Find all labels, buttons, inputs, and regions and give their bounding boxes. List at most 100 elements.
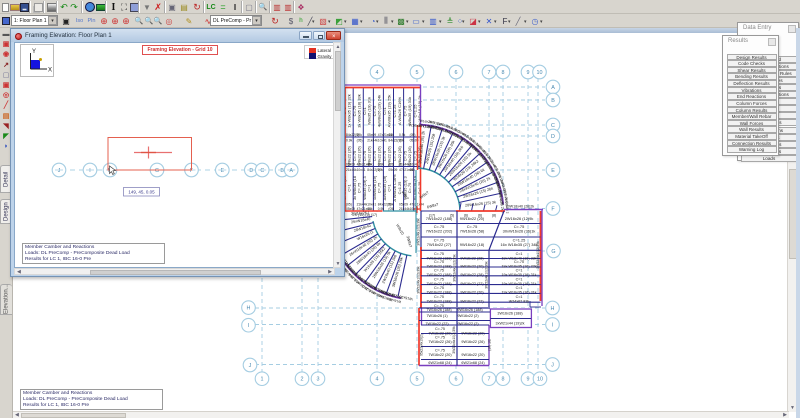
svg-text:9W16x22 (26): 9W16x22 (26) xyxy=(461,340,484,344)
svg-text:10: 10 xyxy=(537,70,543,76)
svg-text:9W16x22 (22): 9W16x22 (22) xyxy=(460,282,483,286)
svg-text:3xW21x44 (19)2k: 3xW21x44 (19)2k xyxy=(496,322,525,326)
svg-text:29k: 29k xyxy=(378,168,384,172)
svg-text:29k: 29k xyxy=(357,133,363,137)
svg-text:2: 2 xyxy=(301,377,304,383)
svg-text:7W16x26 (1): 7W16x26 (1) xyxy=(426,314,447,318)
svg-text:7W16x26 (188): 7W16x26 (188) xyxy=(426,308,451,312)
svg-text:C=.75: C=.75 xyxy=(435,348,445,352)
svg-text:3W16x26 (188): 3W16x26 (188) xyxy=(497,312,522,316)
svg-text:21k44k: 21k44k xyxy=(367,139,378,143)
svg-text:10x41: 10x41 xyxy=(357,168,366,172)
svg-text:J: J xyxy=(249,363,252,369)
svg-text:7W16x22 (26): 7W16x22 (26) xyxy=(428,340,451,344)
svg-text:10x41: 10x41 xyxy=(367,203,376,207)
svg-text:7W16x22 (188): 7W16x22 (188) xyxy=(426,216,453,221)
svg-text:7W16x22 (20): 7W16x22 (20) xyxy=(428,353,451,357)
svg-text:29k: 29k xyxy=(388,203,394,207)
svg-text:J: J xyxy=(551,362,554,368)
svg-text:(05): (05) xyxy=(346,203,352,207)
svg-text:8: 8 xyxy=(502,377,505,383)
svg-text:B: B xyxy=(551,98,555,104)
svg-text:C=.75: C=.75 xyxy=(434,286,444,290)
svg-text:W8x35 (19) 31k: W8x35 (19) 31k xyxy=(367,97,372,125)
svg-text:C=.75: C=.75 xyxy=(393,151,397,161)
svg-text:9W16x22 (22): 9W16x22 (22) xyxy=(460,299,483,303)
svg-text:30xW16x26 (36)1k: 30xW16x26 (36)1k xyxy=(503,229,536,234)
svg-text:C=.75: C=.75 xyxy=(434,252,444,256)
svg-text:2W16x26 (12)9k: 2W16x26 (12)9k xyxy=(505,216,534,221)
svg-text:5: 5 xyxy=(416,70,419,76)
svg-text:X: X xyxy=(48,68,52,74)
svg-text:W24x62 83k: W24x62 83k xyxy=(509,299,530,303)
svg-text:05k: 05k xyxy=(367,163,373,167)
svg-text:47x21x44: 47x21x44 xyxy=(410,203,424,207)
svg-text:(05): (05) xyxy=(388,163,394,167)
svg-text:05x09: 05x09 xyxy=(346,163,355,167)
svg-text:0.9k: 0.9k xyxy=(346,139,353,143)
svg-text:10: 10 xyxy=(537,377,543,383)
svg-text:C: C xyxy=(551,123,555,129)
svg-text:C=.75: C=.75 xyxy=(435,335,445,339)
svg-text:A W8x26 C16%: A W8x26 C16% xyxy=(397,97,402,125)
svg-text:D: D xyxy=(249,168,253,174)
svg-text:05x09: 05x09 xyxy=(399,203,408,207)
svg-text:C=1: C=1 xyxy=(516,295,523,299)
svg-text:19x W16x35 (16) 31k: 19x W16x35 (16) 31k xyxy=(501,273,536,277)
svg-text:8: 8 xyxy=(502,70,505,76)
svg-text:3W22x4x10(2)39k: 3W22x4x10(2)39k xyxy=(484,261,488,289)
svg-text:C=.75: C=.75 xyxy=(363,151,367,161)
svg-text:7W16x22 (27): 7W16x22 (27) xyxy=(427,242,452,247)
svg-text:C=.75: C=.75 xyxy=(434,295,444,299)
svg-text:C=1: C=1 xyxy=(367,184,372,191)
svg-text:C=.75: C=.75 xyxy=(434,304,444,308)
svg-text:9W16x22 (20): 9W16x22 (20) xyxy=(461,353,484,357)
svg-text:0.9k: 0.9k xyxy=(378,163,385,167)
svg-text:7W16x22 (22): 7W16x22 (22) xyxy=(425,322,448,326)
svg-text:9: 9 xyxy=(527,70,530,76)
svg-text:C=.75: C=.75 xyxy=(403,151,407,161)
svg-text:9W16x26 (188): 9W16x26 (188) xyxy=(457,308,482,312)
svg-text:9W16x22 (2): 9W16x22 (2) xyxy=(457,322,478,326)
svg-text:3W22x4x10(2)39k: 3W22x4x10(2)39k xyxy=(536,241,540,269)
svg-text:9W16x22 (20): 9W16x22 (20) xyxy=(460,216,485,221)
svg-text:29k: 29k xyxy=(399,139,405,143)
svg-text:05x09: 05x09 xyxy=(367,133,376,137)
svg-text:16x W18x35 (27) 34k: 16x W18x35 (27) 34k xyxy=(501,242,538,247)
svg-text:7W16x22 (188): 7W16x22 (188) xyxy=(426,299,451,303)
svg-text:4: 4 xyxy=(376,377,379,383)
svg-text:H: H xyxy=(247,306,251,312)
svg-text:C=.75: C=.75 xyxy=(373,151,377,161)
svg-text:(05): (05) xyxy=(410,133,416,137)
svg-text:Y: Y xyxy=(32,49,36,55)
svg-text:9W16x22 (28): 9W16x22 (28) xyxy=(460,273,483,277)
svg-text:9W16x22 (20): 9W16x22 (20) xyxy=(461,331,484,335)
svg-text:C=.75: C=.75 xyxy=(434,277,444,281)
svg-text:I: I xyxy=(248,323,250,329)
svg-text:10x41: 10x41 xyxy=(378,139,387,143)
svg-text:C=.75: C=.75 xyxy=(353,151,357,161)
svg-text:7W16x26 (58): 7W16x26 (58) xyxy=(460,229,485,234)
svg-text:9W16x22 (2): 9W16x22 (2) xyxy=(457,314,478,318)
svg-text:4: 4 xyxy=(376,70,379,76)
svg-text:9W16x22 (20): 9W16x22 (20) xyxy=(460,265,483,269)
svg-text:21k44k: 21k44k xyxy=(357,203,368,207)
svg-text:3x W8x35 (18) 33k: 3x W8x35 (18) 33k xyxy=(357,94,362,128)
svg-text:19x W16x35 (16) 31k: 19x W16x35 (16) 31k xyxy=(501,291,536,295)
svg-text:5: 5 xyxy=(416,377,419,383)
svg-text:I: I xyxy=(89,168,90,174)
svg-text:C=.75: C=.75 xyxy=(383,151,387,161)
svg-text:21k44k: 21k44k xyxy=(346,168,357,172)
svg-text:C=.75: C=.75 xyxy=(435,327,445,331)
svg-text:05x22x4x10(2): 05x22x4x10(2) xyxy=(420,334,424,356)
svg-text:3W22x4x10(2)39k: 3W22x4x10(2)39k xyxy=(452,254,456,282)
svg-text:(8): (8) xyxy=(492,214,496,218)
svg-text:6W21x68 (24): 6W21x68 (24) xyxy=(428,361,451,365)
svg-text:C=1: C=1 xyxy=(346,184,351,191)
svg-text:C: C xyxy=(260,168,264,174)
svg-text:149, 45, 0.05: 149, 45, 0.05 xyxy=(128,189,155,194)
svg-text:H: H xyxy=(551,306,555,312)
svg-text:C=1: C=1 xyxy=(387,184,392,191)
svg-text:6: 6 xyxy=(455,377,458,383)
svg-text:W8x35 (19) 31k: W8x35 (19) 31k xyxy=(407,97,412,125)
